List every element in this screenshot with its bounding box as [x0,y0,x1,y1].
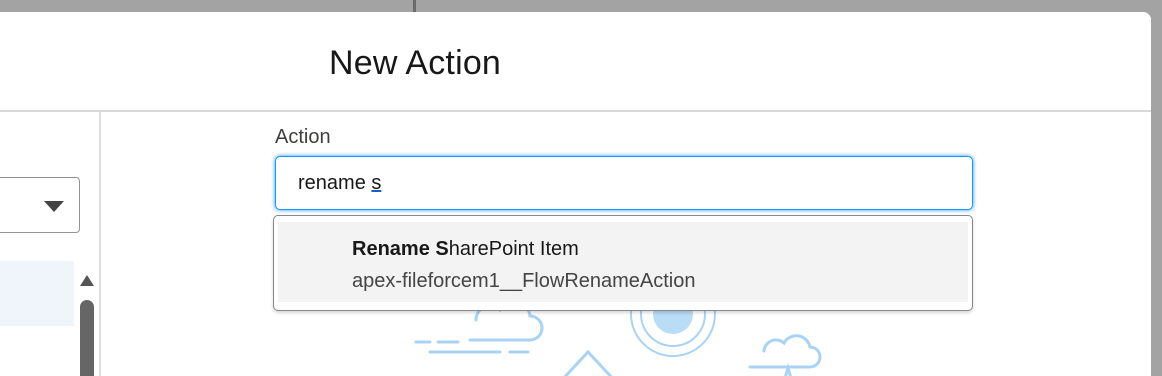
mountain-peak [563,349,613,376]
new-action-modal: New Action Action rename s Rename ShareP… [0,12,1151,376]
scrollbar-thumb[interactable] [80,300,94,376]
wind-lines [414,340,530,354]
tree-shape [784,362,792,376]
action-input-value: rename [298,172,372,194]
action-field-label: Action [275,126,331,148]
backdrop-divider [413,0,416,12]
left-list-selected-item[interactable] [0,261,74,326]
modal-title: New Action [328,44,502,82]
action-suggestions-dropdown: Rename SharePoint Item apex-fileforcem1_… [273,215,973,311]
scroll-up-arrow-icon[interactable] [80,275,94,286]
action-input-value-composing: s [371,172,382,194]
action-search-input[interactable]: rename s [275,156,973,210]
suggestion-option-title: Rename SharePoint Item [352,238,579,261]
cloud-icon-right [748,334,822,369]
left-panel [0,112,101,376]
left-select-dropdown[interactable] [0,177,80,233]
chevron-down-icon[interactable] [44,201,64,212]
modal-header: New Action [0,12,1151,112]
suggestion-title-match: Rename S [352,238,449,260]
suggestion-title-rest: harePoint Item [448,238,579,260]
suggestion-option-api-name: apex-fileforcem1__FlowRenameAction [352,270,696,292]
suggestion-option[interactable]: Rename SharePoint Item apex-fileforcem1_… [278,222,968,302]
